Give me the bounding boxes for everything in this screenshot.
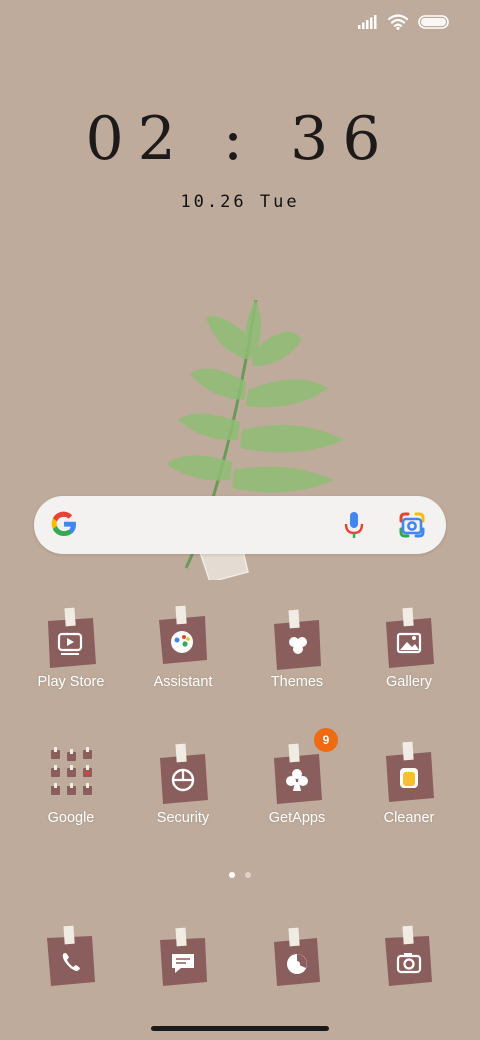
- messages-icon: [160, 927, 207, 986]
- camera-icon: [385, 925, 432, 986]
- phone-icon: [47, 925, 95, 986]
- google-folder-icon: [51, 747, 92, 795]
- clock-date[interactable]: 10.26 Tue: [0, 192, 480, 212]
- battery-icon: [418, 15, 449, 29]
- app-assistant[interactable]: Assistant: [128, 604, 238, 690]
- app-label: Gallery: [386, 674, 432, 690]
- page-dot[interactable]: [245, 872, 251, 878]
- home-indicator[interactable]: [151, 1026, 329, 1031]
- app-label: GetApps: [268, 810, 326, 826]
- cleaner-icon: [386, 741, 434, 802]
- app-themes[interactable]: Themes: [242, 604, 352, 690]
- app-label: Cleaner: [383, 810, 435, 826]
- app-label: Play Store: [37, 674, 105, 690]
- mic-icon[interactable]: [342, 510, 366, 540]
- page-indicator: [0, 872, 480, 878]
- page-dot-active[interactable]: [229, 872, 235, 878]
- status-bar: [358, 14, 450, 30]
- app-label: Assistant: [153, 674, 213, 690]
- app-google-folder[interactable]: Google: [16, 740, 126, 826]
- gallery-icon: [386, 607, 434, 668]
- app-cleaner[interactable]: Cleaner: [354, 740, 464, 826]
- getapps-icon: [274, 743, 322, 804]
- dock-browser[interactable]: [242, 924, 352, 990]
- play-store-icon: [48, 607, 96, 668]
- app-gallery[interactable]: Gallery: [354, 604, 464, 690]
- lens-icon[interactable]: [398, 511, 426, 539]
- dock-camera[interactable]: [354, 924, 464, 990]
- themes-icon: [274, 609, 321, 670]
- browser-icon: [274, 927, 320, 986]
- app-play-store[interactable]: Play Store: [16, 604, 126, 690]
- signal-icon: [358, 15, 377, 29]
- dock-phone[interactable]: [16, 924, 126, 990]
- dock-messages[interactable]: [128, 924, 238, 990]
- google-g-icon: [51, 511, 77, 537]
- security-icon: [160, 743, 208, 804]
- notification-badge: 9: [314, 728, 338, 752]
- assistant-icon: [159, 605, 207, 664]
- app-security[interactable]: Security: [128, 740, 238, 826]
- app-getapps[interactable]: GetApps: [242, 740, 352, 826]
- clock-time[interactable]: 02 : 36: [0, 104, 480, 174]
- app-label: Themes: [270, 674, 324, 690]
- app-label: Google: [47, 810, 95, 826]
- wifi-icon: [388, 14, 408, 30]
- app-label: Security: [156, 810, 210, 826]
- google-search-bar[interactable]: [34, 496, 446, 554]
